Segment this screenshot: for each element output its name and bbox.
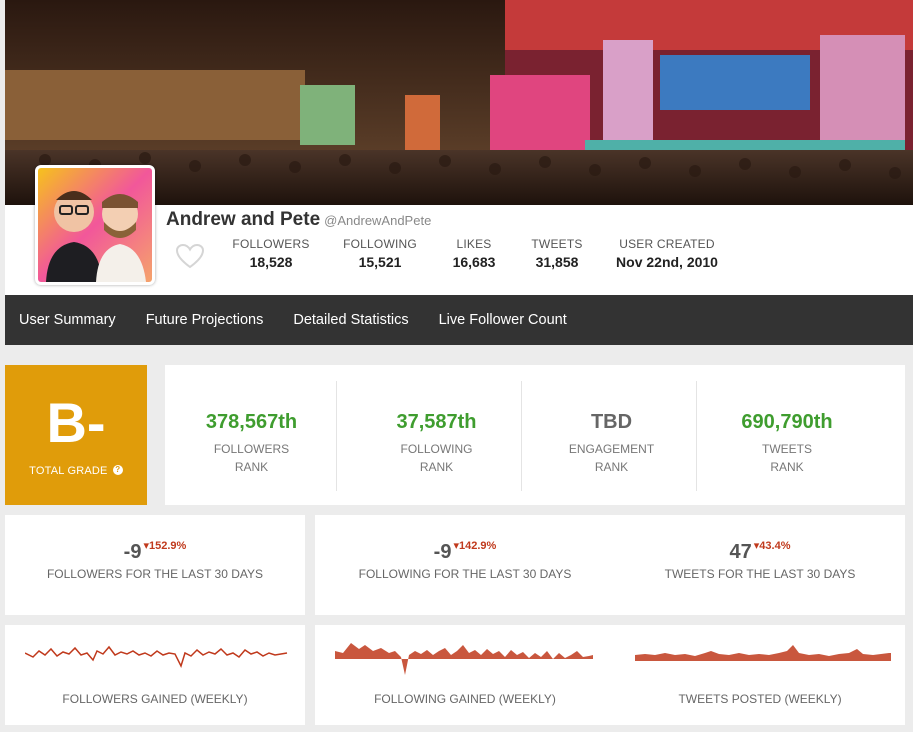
stat-value: 16,683: [452, 254, 496, 270]
rank-following: 37,587th FOLLOWING RANK: [352, 381, 522, 491]
rank-value: TBD: [590, 411, 633, 433]
grade-letter: B-: [46, 391, 106, 454]
rank-engagement: TBD ENGAGEMENT RANK: [527, 381, 697, 491]
rank-label: FOLLOWING RANK: [400, 442, 473, 474]
stat-value: Nov 22nd, 2010: [616, 254, 718, 270]
stat-label: USER CREATED: [619, 237, 715, 251]
nav-user-summary[interactable]: User Summary: [19, 312, 116, 328]
stat-value: 18,528: [249, 254, 293, 270]
change-value: -9: [123, 541, 142, 563]
rank-tweets: 690,790th TWEETS RANK: [702, 381, 872, 491]
rank-label: TWEETS RANK: [762, 442, 812, 474]
stat-likes: LIKES 16,683: [439, 237, 509, 270]
change-label: FOLLOWING FOR THE LAST 30 DAYS: [358, 567, 572, 581]
stat-label: FOLLOWERS: [232, 237, 310, 251]
grade-label-row: TOTAL GRADE ?: [5, 465, 147, 477]
followers-change-card: -9 ▾152.9% FOLLOWERS FOR THE LAST 30 DAYS: [5, 515, 305, 615]
sparkline-label: TWEETS POSTED (WEEKLY): [678, 692, 842, 706]
profile-name: Andrew and Pete: [166, 209, 321, 230]
grade-label: TOTAL GRADE: [29, 465, 108, 477]
stat-following: FOLLOWING 15,521: [339, 237, 421, 270]
rank-label: ENGAGEMENT RANK: [568, 442, 655, 474]
change-value-row: -9 ▾142.9%: [315, 540, 615, 564]
change-value: 47: [729, 541, 752, 563]
nav-detailed-statistics[interactable]: Detailed Statistics: [293, 312, 408, 328]
rank-label: FOLLOWERS RANK: [213, 442, 290, 474]
stat-label: TWEETS: [531, 237, 583, 251]
profile-header: Andrew and Pete @AndrewAndPete FOLLOWERS …: [5, 165, 913, 295]
change-label: FOLLOWERS FOR THE LAST 30 DAYS: [46, 567, 264, 581]
heart-icon[interactable]: [175, 243, 205, 274]
following-change-card: -9 ▾142.9% FOLLOWING FOR THE LAST 30 DAYS: [315, 515, 615, 615]
change-value-row: -9 ▾152.9%: [5, 540, 305, 564]
rank-value: 690,790th: [741, 411, 833, 433]
stat-followers: FOLLOWERS 18,528: [229, 237, 313, 270]
rank-value: 37,587th: [396, 411, 477, 433]
stat-user-created: USER CREATED Nov 22nd, 2010: [609, 237, 725, 270]
change-percent: ▾43.4%: [753, 540, 791, 552]
total-grade-card: B- TOTAL GRADE ?: [5, 365, 147, 505]
nav-live-follower-count[interactable]: Live Follower Count: [439, 312, 567, 328]
followers-gained-sparkline: [25, 645, 288, 669]
main-nav: User Summary Future Projections Detailed…: [5, 295, 913, 345]
change-value: -9: [433, 541, 452, 563]
sparkline-label: FOLLOWING GAINED (WEEKLY): [374, 692, 556, 706]
tweets-change-card: 47 ▾43.4% TWEETS FOR THE LAST 30 DAYS: [615, 515, 905, 615]
rank-value: 378,567th: [205, 411, 298, 433]
change-percent: ▾142.9%: [453, 540, 497, 552]
nav-future-projections[interactable]: Future Projections: [146, 312, 264, 328]
profile-handle[interactable]: @AndrewAndPete: [324, 213, 431, 228]
profile-name-row: Andrew and Pete @AndrewAndPete: [166, 209, 431, 231]
question-icon[interactable]: ?: [112, 465, 123, 475]
stat-label: LIKES: [456, 237, 492, 251]
stat-label: FOLLOWING: [343, 237, 417, 251]
stat-tweets: TWEETS 31,858: [521, 237, 593, 270]
tweets-posted-sparkline: [635, 645, 891, 661]
following-gained-card: FOLLOWING GAINED (WEEKLY): [315, 625, 615, 725]
stat-value: 31,858: [535, 254, 579, 270]
following-gained-sparkline: [335, 643, 593, 675]
rank-followers: 378,567th FOLLOWERS RANK: [167, 381, 337, 491]
change-label: TWEETS FOR THE LAST 30 DAYS: [664, 567, 856, 581]
ranks-panel: 378,567th FOLLOWERS RANK 37,587th FOLLOWI…: [165, 365, 905, 505]
avatar[interactable]: [35, 165, 155, 285]
tweets-posted-card: TWEETS POSTED (WEEKLY): [615, 625, 905, 725]
stat-value: 15,521: [358, 254, 402, 270]
change-percent: ▾152.9%: [143, 540, 187, 552]
change-value-row: 47 ▾43.4%: [615, 540, 905, 564]
sparkline-label: FOLLOWERS GAINED (WEEKLY): [62, 692, 248, 706]
followers-gained-card: FOLLOWERS GAINED (WEEKLY): [5, 625, 305, 725]
